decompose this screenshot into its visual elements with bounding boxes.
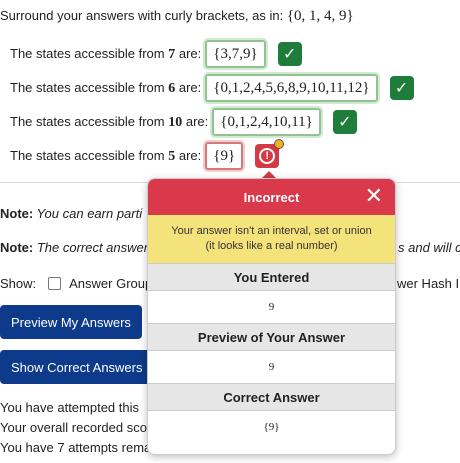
you-entered-heading: You Entered: [148, 263, 395, 291]
check-icon: ✓: [332, 110, 357, 134]
correct-answer-value: {9}: [263, 421, 280, 433]
show-options: Show: Answer Group: [0, 276, 152, 291]
row-label: The states accessible from 5 are:: [10, 147, 202, 164]
instructions-text: Surround your answers with curly bracket…: [0, 8, 287, 23]
answer-hash-label: wer Hash I: [397, 276, 460, 291]
answer-row-6: The states accessible from 6 are: {0,1,2…: [10, 72, 414, 104]
exclamation-circle-icon[interactable]: !: [255, 139, 285, 168]
answer-row-5: The states accessible from 5 are: {9} !: [10, 139, 285, 172]
row-label: The states accessible from 7 are:: [10, 45, 202, 62]
popover-title: Incorrect: [243, 189, 300, 205]
answer-row-10: The states accessible from 10 are: {0,1,…: [10, 106, 357, 138]
instructions-example: {0, 1, 4, 9}: [286, 8, 354, 24]
popover-message: Your answer isn't an interval, set or un…: [148, 215, 395, 263]
attempts-line-3: You have 7 attempts rema: [0, 440, 152, 455]
check-icon: ✓: [277, 42, 302, 66]
preview-answers-button[interactable]: Preview My Answers: [0, 305, 142, 339]
feedback-popover: Incorrect ✕ Your answer isn't an interva…: [147, 178, 396, 455]
attempts-line-2: Your overall recorded sco: [0, 420, 147, 435]
you-entered-value: 9: [268, 301, 275, 313]
row-label: The states accessible from 6 are:: [10, 79, 202, 96]
preview-value: 9: [268, 361, 275, 373]
notification-dot-icon: [274, 139, 285, 149]
check-icon: ✓: [389, 76, 414, 100]
answer-group-checkbox[interactable]: [48, 277, 62, 290]
row-label: The states accessible from 10 are:: [10, 113, 209, 130]
note-partial-credit: Note: You can earn parti: [0, 206, 143, 221]
show-label: Show:: [0, 276, 37, 291]
answer-group-label: Answer Group: [69, 276, 153, 291]
preview-heading: Preview of Your Answer: [148, 323, 395, 351]
note-correct-answers-tail: s and will c: [398, 240, 460, 255]
answer-row-7: The states accessible from 7 are: {3,7,9…: [10, 38, 302, 70]
attempts-line-1: You have attempted this: [0, 400, 140, 415]
correct-answer-heading: Correct Answer: [148, 383, 395, 411]
popover-header: Incorrect ✕: [148, 179, 395, 215]
show-correct-answers-button[interactable]: Show Correct Answers: [0, 350, 154, 384]
answer-input-7[interactable]: {3,7,9}: [203, 38, 268, 70]
close-icon[interactable]: ✕: [365, 185, 383, 207]
instructions: Surround your answers with curly bracket…: [0, 8, 354, 25]
answer-input-5[interactable]: {9}: [203, 140, 246, 172]
answer-input-6[interactable]: {0,1,2,4,5,6,8,9,10,11,12}: [203, 72, 380, 104]
answer-input-10[interactable]: {0,1,2,4,10,11}: [210, 106, 323, 138]
note-correct-answers: Note: The correct answer: [0, 240, 149, 255]
